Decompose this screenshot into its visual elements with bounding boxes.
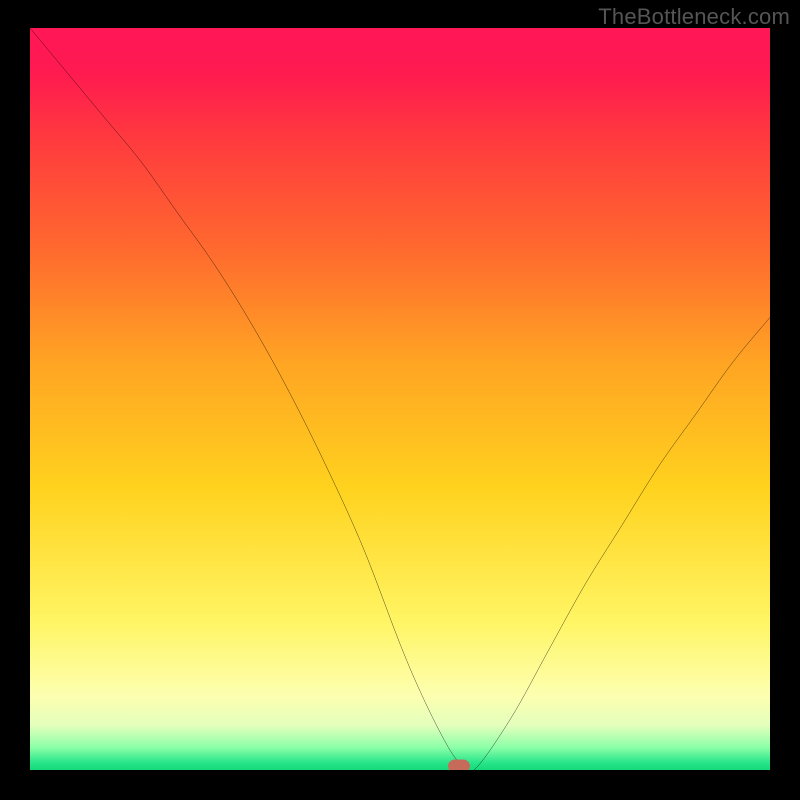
curve-path xyxy=(30,28,770,770)
watermark-text: TheBottleneck.com xyxy=(598,4,790,30)
bottleneck-curve xyxy=(30,28,770,770)
optimal-point-marker xyxy=(448,760,470,770)
chart-frame: TheBottleneck.com xyxy=(0,0,800,800)
plot-area xyxy=(30,28,770,770)
